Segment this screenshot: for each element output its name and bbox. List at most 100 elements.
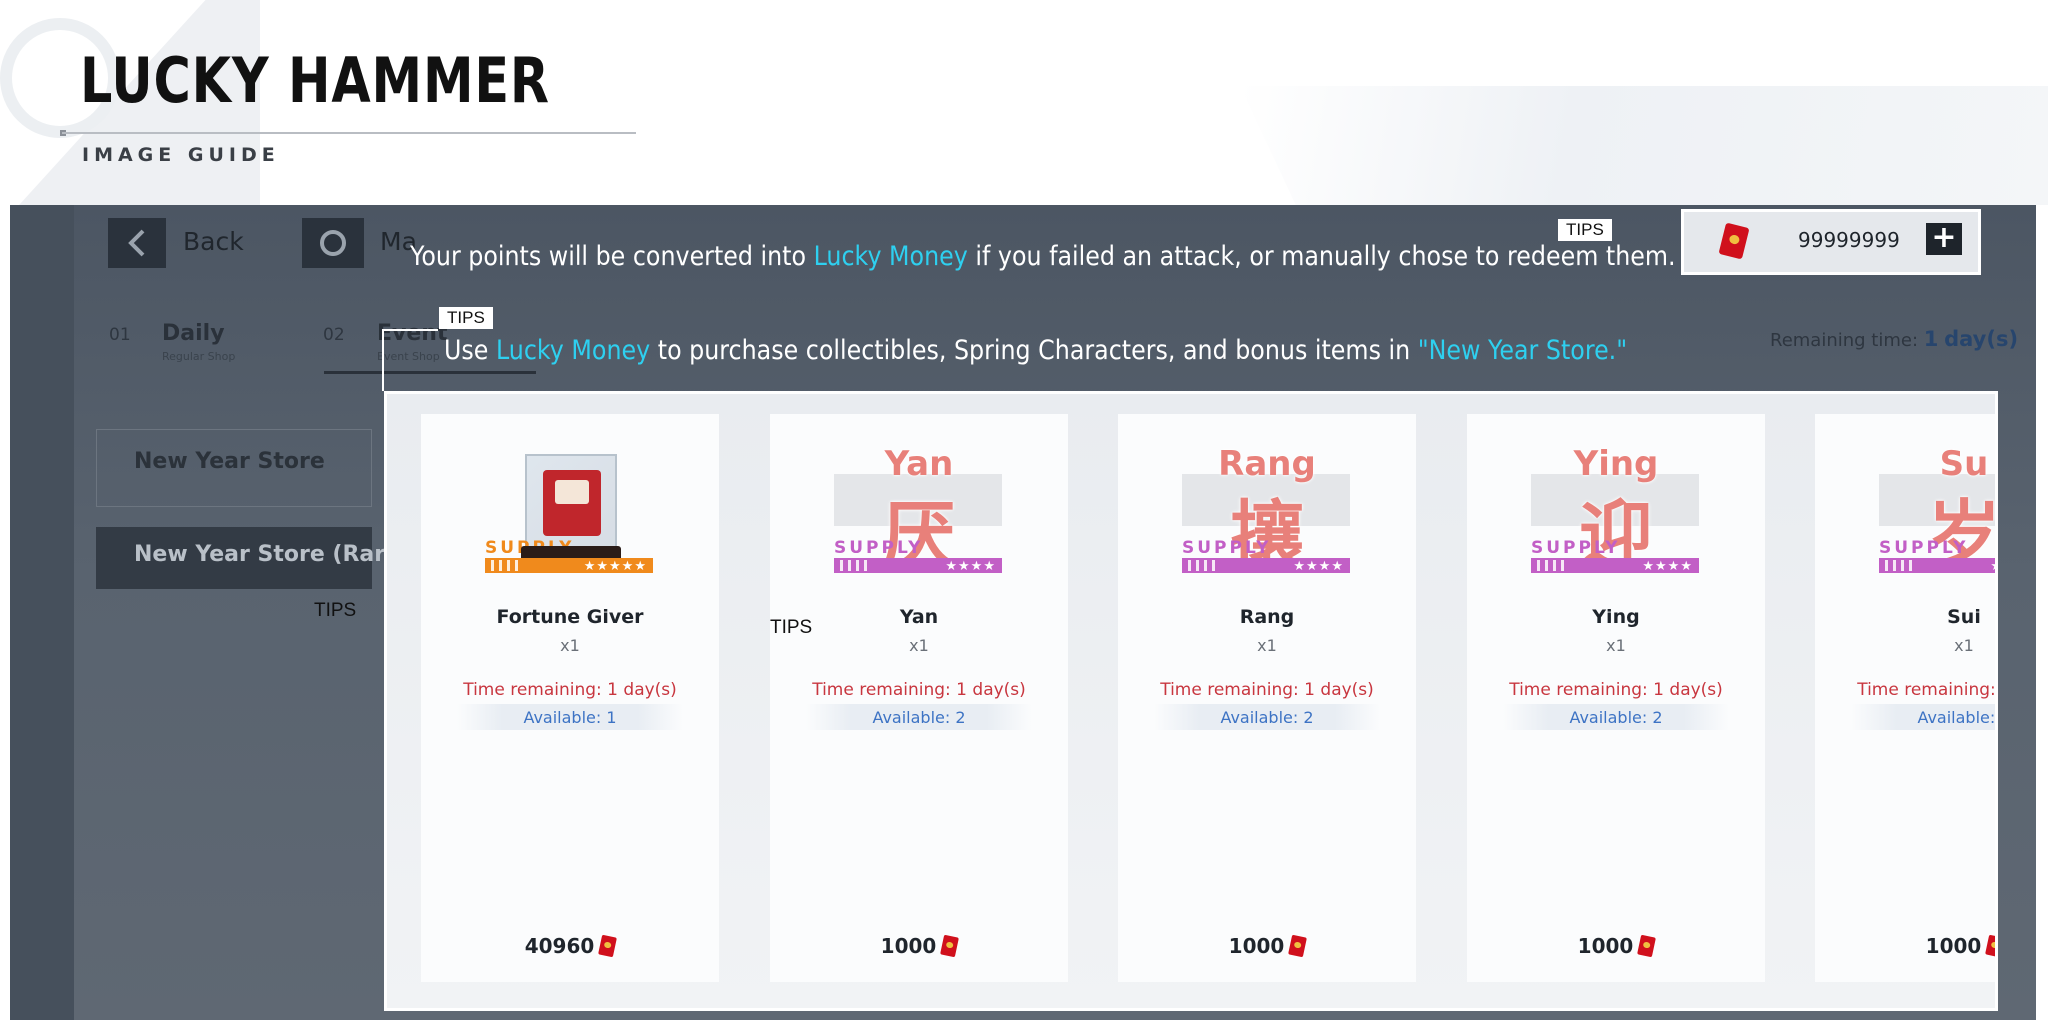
item-time-remaining: Time remaining: 1 day(s) [812, 680, 1026, 700]
item-time-remaining: Time remaining: 1 day(s) [1857, 680, 1996, 700]
remaining-time: Remaining time: 1 day(s) [1770, 327, 2018, 351]
tab-active-indicator [324, 371, 536, 374]
guide-title: LUCKY HAMMER [80, 44, 550, 117]
header-decoration [1240, 86, 2048, 205]
tip2-highlight-2: "New Year Store." [1417, 335, 1628, 366]
rarity-bar: ★★★★ [1879, 556, 1995, 575]
store-item-card[interactable]: Yan 厌 SUPPLY ★★★★ Yan x1 Time remaining: 1 day… [770, 414, 1068, 982]
rarity-stars: ★★★★ [1642, 558, 1693, 573]
red-packet-icon [1637, 934, 1657, 958]
item-available: Available: 2 [872, 708, 966, 727]
item-price-value: 1000 [1577, 934, 1634, 958]
home-icon [320, 230, 346, 256]
panel-bracket [382, 329, 384, 391]
rarity-bar-stripes [840, 560, 870, 571]
item-price-value: 40960 [524, 934, 595, 958]
back-label[interactable]: Back [183, 227, 244, 256]
chevron-left-icon [128, 229, 145, 257]
tip1-text-a: Your points will be converted into [410, 241, 814, 272]
item-name: Yan [899, 606, 939, 628]
item-available: Available: 1 [523, 708, 617, 727]
item-price: 1000 [770, 934, 1068, 958]
red-packet-icon [598, 934, 618, 958]
item-price: 1000 [1467, 934, 1765, 958]
tip2-text-b: to purchase collectibles, Spring Charact… [650, 335, 1418, 366]
item-name: Fortune Giver [496, 606, 644, 628]
guide-subtitle: IMAGE GUIDE [82, 144, 280, 166]
screen-edge [10, 205, 74, 1020]
remaining-time-value: 1 [1923, 327, 1939, 351]
tab-daily[interactable]: Daily [162, 321, 225, 346]
store-item-card[interactable]: Rang 攘 SUPPLY ★★★★ Rang x1 Time remaining: 1 d… [1118, 414, 1416, 982]
item-available: Available: 2 [1569, 708, 1663, 727]
rarity-bar: ★★★★★ [485, 558, 653, 573]
remaining-time-unit: day(s) [1944, 327, 2019, 351]
plus-icon[interactable]: + [1926, 223, 1962, 255]
rarity-stars: ★★★★★ [583, 558, 647, 573]
tip2-text-a: Use [444, 335, 496, 366]
item-available: Available: 2 [1917, 708, 1996, 727]
red-packet-icon [940, 934, 960, 958]
tips-label: TIPS [770, 617, 813, 638]
item-time-remaining: Time remaining: 1 day(s) [1160, 680, 1374, 700]
item-price: 1000 [1815, 934, 1995, 958]
item-quantity: x1 [1954, 636, 1974, 655]
tip1-highlight: Lucky Money [813, 241, 968, 272]
red-packet-icon [1985, 934, 1995, 958]
store-item-card[interactable]: Su岁SUPPLY★★★★Suix1Time remaining: 1 day(… [1815, 414, 1996, 982]
tips-label: TIPS [314, 600, 357, 621]
store-new-year-label[interactable]: New Year Store [134, 449, 325, 474]
rarity-bar: ★★★★ [1182, 558, 1350, 573]
tip-lucky-money-convert: Your points will be converted into Lucky… [410, 241, 1676, 272]
store-new-year-rare-label[interactable]: New Year Store (Rare) [134, 542, 410, 567]
rarity-stars: ★★★★ [1990, 556, 1995, 575]
tip-lucky-money-use: Use Lucky Money to purchase collectibles… [444, 335, 1627, 366]
item-quantity: x1 [1257, 636, 1277, 655]
remaining-time-prefix: Remaining time: [1770, 330, 1924, 351]
item-available: Available: 2 [1220, 708, 1314, 727]
item-price-value: 1000 [1925, 934, 1982, 958]
fortune-giver-image [555, 480, 589, 504]
store-panel: SUPPLY ★★★★★ Fortune Giver x1 Time remaining… [384, 391, 1998, 1011]
rarity-bar-stripes [1188, 560, 1218, 571]
store-item-card[interactable]: SUPPLY★★★★★Fortune Giverx1Time remaining… [421, 414, 719, 982]
tab-daily-sub: Regular Shop [162, 350, 236, 363]
supply-label: SUPPLY [1879, 538, 1969, 558]
tips-tag: TIPS [439, 307, 493, 329]
rarity-bar: ★★★★ [834, 558, 1002, 573]
tip1-text-b: if you failed an attack, or manually cho… [967, 241, 1676, 272]
tab-event[interactable]: Event [377, 321, 447, 346]
tab-daily-number: 01 [109, 325, 131, 345]
item-quantity: x1 [1606, 636, 1626, 655]
rarity-stars: ★★★★ [1293, 558, 1344, 573]
item-quantity: x1 [560, 636, 580, 655]
item-name: Sui [1947, 606, 1981, 628]
currency-amount: 99999999 [1798, 228, 1900, 252]
tab-event-number: 02 [323, 325, 345, 345]
game-screen: Back Ma 01 Daily Regular Shop 02 Event E… [10, 205, 2036, 1020]
panel-bracket [382, 329, 438, 331]
item-price: 1000 [1118, 934, 1416, 958]
main-button[interactable] [302, 218, 364, 268]
supply-label: SUPPLY [1182, 538, 1272, 558]
item-price: 40960 [421, 934, 719, 958]
tips-tag: TIPS [1558, 219, 1612, 241]
rarity-bar: ★★★★ [1531, 558, 1699, 573]
item-time-remaining: Time remaining: 1 day(s) [1509, 680, 1723, 700]
guide-rule [62, 132, 636, 134]
item-price-value: 1000 [1228, 934, 1285, 958]
item-quantity: x1 [909, 636, 929, 655]
store-item-card[interactable]: Ying 迎 SUPPLY ★★★★ Ying x1 Time remaining: 1 d… [1467, 414, 1765, 982]
item-price-value: 1000 [880, 934, 937, 958]
rarity-bar-stripes [1885, 560, 1915, 571]
back-button[interactable] [108, 218, 166, 268]
tip2-highlight-1: Lucky Money [495, 335, 651, 366]
supply-label: SUPPLY [834, 538, 924, 558]
item-name: Rang [1239, 606, 1295, 628]
rarity-bar-stripes [491, 560, 521, 571]
supply-label: SUPPLY [1531, 538, 1621, 558]
rarity-bar-stripes [1537, 560, 1567, 571]
tab-event-sub: Event Shop [377, 350, 440, 363]
item-name: Ying [1592, 606, 1640, 628]
rarity-stars: ★★★★ [945, 558, 996, 573]
